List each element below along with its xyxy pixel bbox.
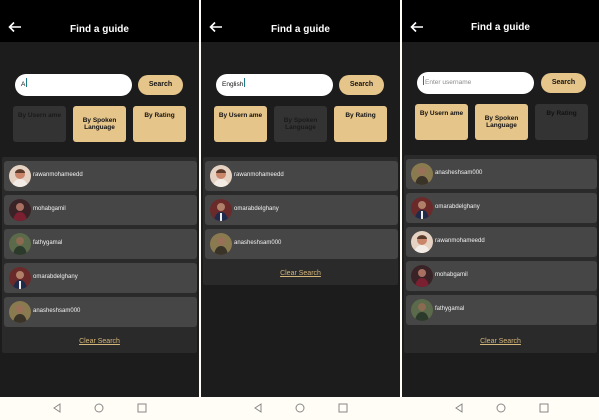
list-item[interactable]: anasheshsam000 xyxy=(4,297,197,327)
nav-home-icon[interactable] xyxy=(295,403,305,413)
username: omarabdelghany xyxy=(234,206,279,212)
nav-back-icon[interactable] xyxy=(454,403,464,413)
man-green-avatar xyxy=(411,299,433,321)
search-button[interactable]: Search xyxy=(541,73,586,93)
username: fathygamal xyxy=(435,306,465,312)
man-red-avatar xyxy=(9,199,31,221)
man-outdoor-avatar xyxy=(411,163,433,185)
app-header: Find a guide xyxy=(0,0,199,42)
search-input-value: English xyxy=(222,81,244,88)
filter-by-rating[interactable]: By Rating xyxy=(133,106,186,142)
search-button[interactable]: Search xyxy=(138,75,183,95)
results-list: rawanmohameedd omarabdelghany anasheshsa… xyxy=(203,157,398,285)
results-list: rawanmohameedd mohabgamil fathygamal oma… xyxy=(2,157,197,353)
screen-1: Find a guide A Search By Usern ame By Sp… xyxy=(0,0,199,420)
filter-by-rating[interactable]: By Rating xyxy=(535,104,588,140)
main-panel: A Search By Usern ame By Spoken Language… xyxy=(0,42,199,397)
nav-recent-apps-icon[interactable] xyxy=(539,403,549,413)
clear-search-link[interactable]: Clear Search xyxy=(404,338,597,345)
filter-by-spoken-language[interactable]: By Spoken Language xyxy=(73,106,126,142)
list-item[interactable]: mohabgamil xyxy=(4,195,197,225)
list-item[interactable]: mohabgamil xyxy=(406,261,597,291)
list-item[interactable]: anasheshsam000 xyxy=(406,159,597,189)
username: anasheshsam000 xyxy=(435,170,483,176)
system-nav-bar xyxy=(0,397,199,420)
nav-back-icon[interactable] xyxy=(253,403,263,413)
nav-recent-apps-icon[interactable] xyxy=(338,403,348,413)
username: anasheshsam000 xyxy=(234,240,282,246)
username: anasheshsam000 xyxy=(33,308,81,314)
screen-3: Find a guide Enter username Search By Us… xyxy=(402,0,599,420)
list-item[interactable]: fathygamal xyxy=(406,295,597,325)
filter-by-username[interactable]: By Usern ame xyxy=(13,106,66,142)
main-panel: English Search By Usern ame By Spoken La… xyxy=(201,42,400,397)
man-outdoor-avatar xyxy=(210,233,232,255)
list-item[interactable]: anasheshsam000 xyxy=(205,229,398,259)
search-input[interactable]: A xyxy=(15,74,132,96)
search-button[interactable]: Search xyxy=(339,75,384,95)
man-outdoor-avatar xyxy=(9,301,31,323)
list-item[interactable]: omarabdelghany xyxy=(205,195,398,225)
search-input[interactable]: English xyxy=(216,74,333,96)
clear-search-link[interactable]: Clear Search xyxy=(203,270,398,277)
list-item[interactable]: omarabdelghany xyxy=(4,263,197,293)
man-red-avatar xyxy=(411,265,433,287)
results-list: anasheshsam000 omarabdelghany rawanmoham… xyxy=(404,155,597,353)
system-nav-bar xyxy=(402,397,599,420)
list-item[interactable]: rawanmohameedd xyxy=(4,161,197,191)
app-header: Find a guide xyxy=(201,0,400,42)
man-suit-avatar xyxy=(9,267,31,289)
username: fathygamal xyxy=(33,240,63,246)
girl-avatar xyxy=(411,231,433,253)
username: omarabdelghany xyxy=(435,204,480,210)
username: omarabdelghany xyxy=(33,274,78,280)
list-item[interactable]: rawanmohameedd xyxy=(406,227,597,257)
username: rawanmohameedd xyxy=(234,172,284,178)
nav-back-icon[interactable] xyxy=(52,403,62,413)
filter-by-spoken-language[interactable]: By Spoken Language xyxy=(475,104,528,140)
nav-home-icon[interactable] xyxy=(94,403,104,413)
search-input-value: A xyxy=(21,81,26,88)
username: rawanmohameedd xyxy=(435,238,485,244)
clear-search-link[interactable]: Clear Search xyxy=(2,338,197,345)
list-item[interactable]: rawanmohameedd xyxy=(205,161,398,191)
system-nav-bar xyxy=(201,397,400,420)
username: rawanmohameedd xyxy=(33,172,83,178)
text-caret xyxy=(423,76,424,85)
nav-recent-apps-icon[interactable] xyxy=(137,403,147,413)
filter-by-rating[interactable]: By Rating xyxy=(334,106,387,142)
list-item[interactable]: omarabdelghany xyxy=(406,193,597,223)
main-panel: Enter username Search By Usern ame By Sp… xyxy=(402,42,599,397)
man-green-avatar xyxy=(9,233,31,255)
girl-avatar xyxy=(210,165,232,187)
search-input-placeholder: Enter username xyxy=(425,79,472,86)
girl-avatar xyxy=(9,165,31,187)
page-title: Find a guide xyxy=(471,22,530,33)
text-caret xyxy=(244,78,246,87)
text-caret xyxy=(26,78,28,87)
man-suit-avatar xyxy=(210,199,232,221)
username: mohabgamil xyxy=(33,206,66,212)
page-title: Find a guide xyxy=(70,24,129,35)
list-item[interactable]: fathygamal xyxy=(4,229,197,259)
filter-by-spoken-language[interactable]: By Spoken Language xyxy=(274,106,327,142)
search-input[interactable]: Enter username xyxy=(417,72,534,94)
filter-by-username[interactable]: By Usern ame xyxy=(415,104,468,140)
screen-2: Find a guide English Search By Usern ame… xyxy=(201,0,400,420)
app-header: Find a guide xyxy=(402,0,599,42)
username: mohabgamil xyxy=(435,272,468,278)
nav-home-icon[interactable] xyxy=(496,403,506,413)
filter-by-username[interactable]: By Usern ame xyxy=(214,106,267,142)
page-title: Find a guide xyxy=(271,24,330,35)
man-suit-avatar xyxy=(411,197,433,219)
